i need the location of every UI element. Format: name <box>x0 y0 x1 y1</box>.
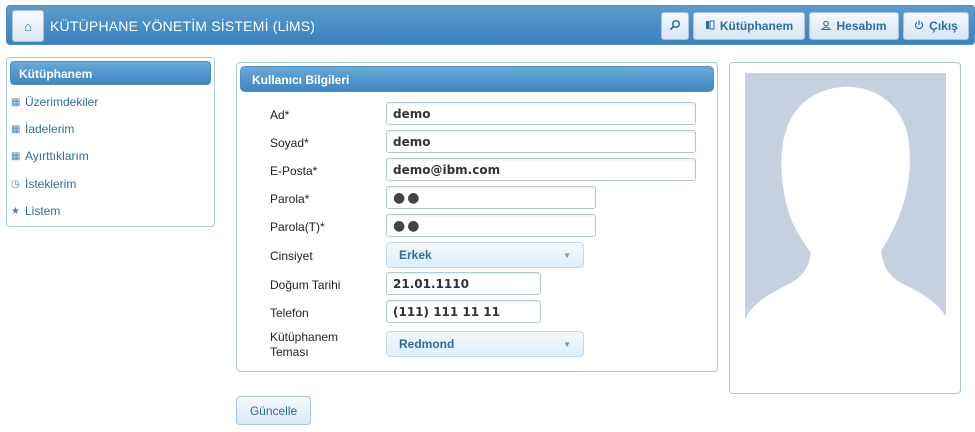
email-label: E-Posta* <box>270 164 318 178</box>
library-button-label: Kütüphanem <box>719 19 794 33</box>
account-button[interactable]: Hesabım <box>809 12 899 40</box>
theme-label-line1: Kütüphanem <box>270 330 339 344</box>
sidebar-item-label: Listem <box>25 204 61 218</box>
birthdate-input[interactable]: 21.01.1110 <box>386 272 541 295</box>
sidebar-item-uzerimdekiler[interactable]: ▦ Üzerimdekiler <box>11 95 98 109</box>
avatar-silhouette-icon <box>745 73 946 327</box>
grid-icon: ▦ <box>11 123 21 135</box>
sidebar-item-label: Ayırttıklarım <box>25 149 89 163</box>
password-confirm-input[interactable]: ●● <box>386 214 596 237</box>
phone-input[interactable]: (111) 111 11 11 <box>386 300 541 323</box>
sidebar-item-label: İsteklerim <box>25 177 77 191</box>
email-input[interactable]: demo@ibm.com <box>386 158 696 181</box>
theme-select-value: Redmond <box>399 337 455 351</box>
sidebar-menu: Kütüphanem <box>6 57 215 227</box>
theme-label-line2: Teması <box>270 345 309 359</box>
clock-icon: ◷ <box>11 178 20 190</box>
home-button[interactable]: ⌂ <box>12 10 44 42</box>
chevron-down-icon: ▼ <box>563 339 571 349</box>
sidebar-item-ayirttiklarim[interactable]: ▦ Ayırttıklarım <box>11 149 89 163</box>
update-button[interactable]: Güncelle <box>236 396 311 425</box>
ad-input[interactable]: demo <box>386 102 696 125</box>
sidebar-item-label: Üzerimdekiler <box>25 95 99 109</box>
library-button[interactable]: Kütüphanem <box>693 12 805 40</box>
phone-label: Telefon <box>270 306 309 320</box>
gender-label: Cinsiyet <box>270 249 313 263</box>
user-icon <box>821 20 832 33</box>
home-icon: ⌂ <box>24 18 32 34</box>
grid-icon: ▦ <box>11 96 21 108</box>
power-icon <box>914 20 924 33</box>
birthdate-label: Doğum Tarihi <box>270 278 341 292</box>
search-icon <box>669 19 681 34</box>
password-confirm-label: Parola(T)* <box>270 220 325 234</box>
chevron-down-icon: ▼ <box>563 250 571 260</box>
sidebar-item-isteklerim[interactable]: ◷ İsteklerim <box>11 177 76 191</box>
soyad-input[interactable]: demo <box>386 130 696 153</box>
logout-button-label: Çıkış <box>929 19 958 33</box>
search-button[interactable] <box>661 12 689 40</box>
theme-select[interactable]: Redmond ▼ <box>386 331 584 357</box>
profile-photo-box <box>729 62 961 394</box>
soyad-label: Soyad* <box>270 136 309 150</box>
sidebar-item-label: İadelerim <box>25 122 75 136</box>
app-header: ⌂ KÜTÜPHANE YÖNETİM SİSTEMİ (LiMS) Kütüp… <box>6 5 975 45</box>
logout-button[interactable]: Çıkış <box>903 12 969 40</box>
sidebar-item-listem[interactable]: ★ Listem <box>11 204 60 218</box>
sidebar-title: Kütüphanem <box>10 61 211 85</box>
grid-icon: ▦ <box>11 150 21 162</box>
account-button-label: Hesabım <box>836 19 887 33</box>
ad-label: Ad* <box>270 108 290 122</box>
gender-select[interactable]: Erkek ▼ <box>386 242 584 268</box>
book-icon <box>705 20 715 33</box>
star-icon: ★ <box>11 205 20 217</box>
avatar[interactable] <box>745 73 946 327</box>
password-label: Parola* <box>270 192 310 206</box>
sidebar-item-iadelerim[interactable]: ▦ İadelerim <box>11 122 74 136</box>
theme-label: Kütüphanem Teması <box>270 330 338 360</box>
gender-select-value: Erkek <box>399 248 432 262</box>
password-input[interactable]: ●● <box>386 186 596 209</box>
app-title: KÜTÜPHANE YÖNETİM SİSTEMİ (LiMS) <box>50 18 316 34</box>
panel-title: Kullanıcı Bilgileri <box>240 66 714 92</box>
